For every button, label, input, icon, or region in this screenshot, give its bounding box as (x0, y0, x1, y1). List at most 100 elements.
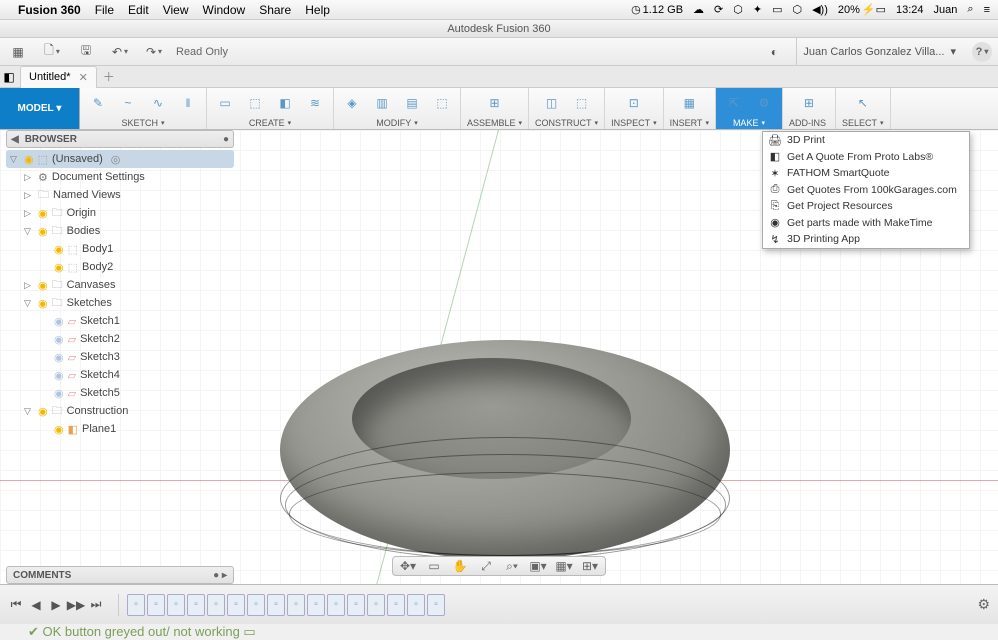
user-account-button[interactable]: Juan Carlos Gonzalez Villa...▾ (796, 38, 962, 65)
make-menu-item[interactable]: ✶FATHOM SmartQuote (763, 165, 969, 182)
lightbulb-icon[interactable]: ◉ (54, 387, 64, 400)
timeline-feature[interactable]: ▫ (427, 594, 445, 616)
construct-tool-icon[interactable]: ⬚ (570, 91, 594, 115)
new-file-button[interactable]: 🗋 (40, 42, 64, 62)
lightbulb-icon[interactable]: ◉ (54, 333, 64, 346)
lightbulb-icon[interactable]: ◉ (38, 279, 48, 292)
lightbulb-icon[interactable]: ◉ (38, 405, 48, 418)
ribbon-group-make[interactable]: ⇱⚙MAKE (716, 88, 783, 129)
inspect-tool-icon[interactable]: ⊡ (622, 91, 646, 115)
monitor-icon[interactable]: ▭ (772, 3, 782, 16)
tree-row[interactable]: ◉▱Sketch5 (6, 384, 234, 402)
construct-tool-icon[interactable]: ◫ (540, 91, 564, 115)
fit-icon[interactable]: ⌕▾ (503, 558, 521, 574)
tree-row[interactable]: ◉▱Sketch1 (6, 312, 234, 330)
addins-tool-icon[interactable]: ⊞ (797, 91, 821, 115)
cloud-icon[interactable]: ☁ (693, 3, 704, 16)
timeline-feature[interactable]: ▫ (127, 594, 145, 616)
timeline-feature[interactable]: ▫ (307, 594, 325, 616)
orbit-icon[interactable]: ✥▾ (399, 558, 417, 574)
select-tool-icon[interactable]: ↖ (851, 91, 875, 115)
tree-row[interactable]: ▷⚙Document Settings (6, 168, 234, 186)
data-panel-button[interactable]: ▦ (6, 42, 30, 62)
help-button[interactable]: ? (972, 42, 992, 62)
pin-browser-icon[interactable]: ● (223, 134, 229, 145)
timeline-feature[interactable]: ▫ (407, 594, 425, 616)
redo-button[interactable]: ↷ (142, 42, 166, 62)
pan-icon[interactable]: ✋ (451, 558, 469, 574)
lightbulb-icon[interactable]: ◉ (38, 225, 48, 238)
tree-row[interactable]: ◉⬚Body1 (6, 240, 234, 258)
tree-row[interactable]: ▷🗀Named Views (6, 186, 234, 204)
ribbon-group-construct[interactable]: ◫⬚CONSTRUCT (529, 88, 605, 129)
tree-row[interactable]: ▷◉🗀Canvases (6, 276, 234, 294)
timeline-start-icon[interactable]: ⏮ (8, 597, 24, 613)
menu-help[interactable]: Help (305, 3, 330, 17)
browser-panel-header[interactable]: ◀ BROWSER ● (6, 130, 234, 148)
insert-tool-icon[interactable]: ▦ (677, 91, 701, 115)
tree-row[interactable]: ▽◉🗀Bodies (6, 222, 234, 240)
ribbon-group-insert[interactable]: ▦INSERT (664, 88, 716, 129)
tree-root[interactable]: ▽ ◉ ⬚ (Unsaved) ◎ (6, 150, 234, 168)
viewport-layout-icon[interactable]: ⊞▾ (581, 558, 599, 574)
timeline-feature[interactable]: ▫ (387, 594, 405, 616)
tree-row[interactable]: ◉▱Sketch4 (6, 366, 234, 384)
make-tool-icon[interactable]: ⇱ (722, 91, 746, 115)
zoom-icon[interactable]: ⤢ (477, 558, 495, 574)
lightbulb-icon[interactable]: ◉ (38, 207, 48, 220)
timeline-settings-icon[interactable]: ⚙ (977, 596, 990, 613)
ribbon-group-modify[interactable]: ◈▥▤⬚MODIFY (334, 88, 461, 129)
collapse-browser-icon[interactable]: ◀ (11, 134, 19, 145)
wifi-icon[interactable]: ⬡ (792, 3, 802, 16)
volume-icon[interactable]: ◀)) (812, 3, 828, 16)
create-tool-icon[interactable]: ≋ (303, 91, 327, 115)
notification-center-icon[interactable]: ≡ (984, 4, 990, 16)
timeline-play-icon[interactable]: ▶ (48, 597, 64, 613)
save-button[interactable]: 🖫 (74, 42, 98, 62)
tree-row[interactable]: ▽◉🗀Construction (6, 402, 234, 420)
clock[interactable]: 13:24 (896, 4, 924, 16)
user-menu[interactable]: Juan (934, 4, 958, 16)
make-menu-item[interactable]: ◧Get A Quote From Proto Labs® (763, 149, 969, 166)
ribbon-group-assemble[interactable]: ⊞ASSEMBLE (461, 88, 529, 129)
modify-tool-icon[interactable]: ⬚ (430, 91, 454, 115)
battery-indicator[interactable]: 20% ⚡▭ (838, 3, 886, 16)
timeline-feature[interactable]: ▫ (187, 594, 205, 616)
modify-tool-icon[interactable]: ▥ (370, 91, 394, 115)
timeline-next-icon[interactable]: ▶▶ (68, 597, 84, 613)
undo-button[interactable]: ↶ (108, 42, 132, 62)
timeline-feature[interactable]: ▫ (367, 594, 385, 616)
menu-file[interactable]: File (95, 3, 114, 17)
tree-row[interactable]: ◉⬚Body2 (6, 258, 234, 276)
timeline-feature[interactable]: ▫ (267, 594, 285, 616)
timeline-feature[interactable]: ▫ (247, 594, 265, 616)
create-tool-icon[interactable]: ◧ (273, 91, 297, 115)
lightbulb-icon[interactable]: ◉ (54, 261, 64, 274)
timeline-feature[interactable]: ▫ (147, 594, 165, 616)
display-settings-icon[interactable]: ▣▾ (529, 558, 547, 574)
ribbon-group-sketch[interactable]: ✎~∿‖SKETCH (80, 88, 207, 129)
grid-settings-icon[interactable]: ▦▾ (555, 558, 573, 574)
timeline-feature[interactable]: ▫ (287, 594, 305, 616)
comments-pin-icon[interactable]: ● ▸ (213, 570, 227, 581)
lightbulb-icon[interactable]: ◉ (24, 153, 34, 166)
ribbon-group-inspect[interactable]: ⊡INSPECT (605, 88, 664, 129)
make-tool-icon[interactable]: ⚙ (752, 91, 776, 115)
tree-row[interactable]: ◉▱Sketch3 (6, 348, 234, 366)
make-menu-item[interactable]: ↯3D Printing App (763, 231, 969, 248)
tree-row[interactable]: ◉◧Plane1 (6, 420, 234, 438)
lightbulb-icon[interactable]: ◉ (54, 369, 64, 382)
timeline-end-icon[interactable]: ⏭ (88, 597, 104, 613)
modify-tool-icon[interactable]: ◈ (340, 91, 364, 115)
spotlight-icon[interactable]: ⌕ (967, 3, 973, 16)
timeline-feature[interactable]: ▫ (207, 594, 225, 616)
tree-row[interactable]: ▽◉🗀Sketches (6, 294, 234, 312)
create-tool-icon[interactable]: ⬚ (243, 91, 267, 115)
new-tab-button[interactable]: ＋ (97, 66, 121, 88)
timeline-feature[interactable]: ▫ (327, 594, 345, 616)
menu-window[interactable]: Window (203, 3, 246, 17)
modify-tool-icon[interactable]: ▤ (400, 91, 424, 115)
model-body[interactable] (280, 340, 730, 560)
menu-view[interactable]: View (163, 3, 189, 17)
make-menu-item[interactable]: 🖨3D Print (763, 132, 969, 149)
